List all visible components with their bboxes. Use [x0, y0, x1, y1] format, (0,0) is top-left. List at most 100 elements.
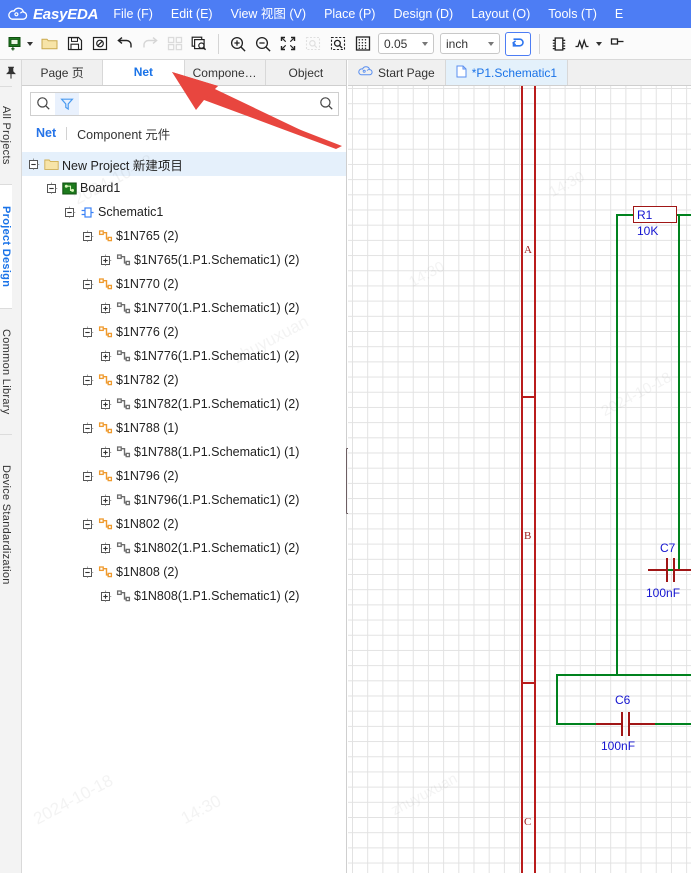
tree-row[interactable]: $1N796(1.P1.Schematic1) (2)	[22, 488, 346, 512]
tree-row[interactable]: $1N796 (2)	[22, 464, 346, 488]
tree-row[interactable]: $1N770 (2)	[22, 272, 346, 296]
collapse-icon[interactable]	[82, 278, 95, 291]
menu-place[interactable]: Place (P)	[315, 0, 384, 28]
collapse-icon[interactable]	[82, 566, 95, 579]
expand-icon[interactable]	[100, 590, 113, 603]
pin-icon[interactable]	[0, 60, 21, 86]
expand-icon[interactable]	[100, 350, 113, 363]
expand-icon[interactable]	[100, 494, 113, 507]
expand-icon[interactable]	[100, 254, 113, 267]
save-button[interactable]	[62, 31, 87, 57]
panel-tab-page[interactable]: Page 页	[22, 60, 104, 85]
tree-row[interactable]: $1N776 (2)	[22, 320, 346, 344]
tree-row[interactable]: $1N782(1.P1.Schematic1) (2)	[22, 392, 346, 416]
rail-item-common-library[interactable]: Common Library	[0, 308, 12, 434]
menu-edit[interactable]: Edit (E)	[162, 0, 222, 28]
expand-icon[interactable]	[100, 542, 113, 555]
wire-green-to-r1[interactable]	[616, 214, 633, 216]
expand-icon[interactable]	[100, 446, 113, 459]
wire-green-vertical-left[interactable]	[616, 214, 618, 674]
collapse-icon[interactable]	[82, 470, 95, 483]
collapse-icon[interactable]	[82, 230, 95, 243]
component-c6-designator[interactable]: C6	[615, 693, 630, 707]
zoom-in-button[interactable]	[225, 31, 250, 57]
collapse-icon[interactable]	[82, 326, 95, 339]
panel-tab-component[interactable]: Compone…	[184, 60, 266, 85]
panel-tab-object[interactable]: Object	[265, 60, 346, 85]
panel-tab-net[interactable]: Net	[103, 60, 185, 85]
component-c7-value[interactable]: 100nF	[646, 586, 680, 600]
zoom-out-button[interactable]	[250, 31, 275, 57]
undo-button[interactable]	[112, 31, 137, 57]
redo-button[interactable]	[137, 31, 162, 57]
zoom-selection-button[interactable]	[325, 31, 350, 57]
component-c6-value[interactable]: 100nF	[601, 739, 635, 753]
wire-red-c7-left[interactable]	[648, 569, 666, 571]
unit-select[interactable]: inch	[440, 33, 500, 54]
wire-green-c6-top[interactable]	[556, 674, 691, 676]
collapse-icon[interactable]	[82, 422, 95, 435]
filter-icon[interactable]	[55, 92, 79, 115]
schematic-canvas[interactable]: A B C R1 10K C7 100nF C6 100nF 14:30 202…	[348, 86, 691, 873]
save-all-button[interactable]	[87, 31, 112, 57]
tree-row[interactable]: $1N765 (2)	[22, 224, 346, 248]
component-c7-plate-1[interactable]	[666, 558, 669, 582]
collapse-icon[interactable]	[64, 206, 77, 219]
fit-screen-button[interactable]	[275, 31, 300, 57]
wire-red-c7-right[interactable]	[675, 569, 691, 571]
component-c7-designator[interactable]: C7	[660, 541, 675, 555]
rail-item-device-standardization[interactable]: Device Standardization	[0, 434, 12, 614]
tree-row[interactable]: Board1	[22, 176, 346, 200]
tree-row[interactable]: $1N802 (2)	[22, 512, 346, 536]
zoom-area-button[interactable]	[300, 31, 325, 57]
search-input[interactable]	[79, 93, 314, 114]
menu-layout[interactable]: Layout (O)	[462, 0, 539, 28]
tree-row[interactable]: $1N808(1.P1.Schematic1) (2)	[22, 584, 346, 608]
component-r1-value[interactable]: 10K	[637, 224, 658, 238]
wire-red-c6-right[interactable]	[630, 723, 656, 725]
search-submit-icon[interactable]	[314, 93, 338, 115]
tree-row[interactable]: $1N770(1.P1.Schematic1) (2)	[22, 296, 346, 320]
tree-row[interactable]: New Project 新建项目	[22, 152, 346, 176]
component-button[interactable]	[546, 31, 571, 57]
new-document-button[interactable]	[3, 31, 37, 57]
snap-size-select[interactable]: 0.05	[378, 33, 434, 54]
wire-green-c6-bottom-left[interactable]	[556, 723, 596, 725]
editor-tab-start-page[interactable]: Start Page	[348, 60, 446, 85]
component-r1-designator[interactable]: R1	[637, 208, 652, 222]
tree-row[interactable]: $1N782 (2)	[22, 368, 346, 392]
menu-design[interactable]: Design (D)	[384, 0, 462, 28]
tree-row[interactable]: Schematic1	[22, 200, 346, 224]
subtab-net[interactable]: Net	[36, 126, 66, 140]
wire-red-c6-left[interactable]	[596, 723, 622, 725]
wire-green-c6-left-vertical[interactable]	[556, 674, 558, 724]
expand-icon[interactable]	[100, 398, 113, 411]
tree-row[interactable]: $1N765(1.P1.Schematic1) (2)	[22, 248, 346, 272]
collapse-icon[interactable]	[82, 374, 95, 387]
collapse-icon[interactable]	[46, 182, 59, 195]
wire-green-c6-bottom-right[interactable]	[655, 723, 691, 725]
tree-row[interactable]: $1N808 (2)	[22, 560, 346, 584]
wire-tool-button[interactable]	[505, 31, 531, 56]
collapse-icon[interactable]	[28, 158, 41, 171]
tree-row[interactable]: $1N802(1.P1.Schematic1) (2)	[22, 536, 346, 560]
expand-icon[interactable]	[100, 302, 113, 315]
rail-item-project-design[interactable]: Project Design	[0, 184, 12, 308]
grid-button[interactable]	[350, 31, 375, 57]
menu-view[interactable]: View 视图 (V)	[222, 0, 315, 28]
tree-row[interactable]: $1N788 (1)	[22, 416, 346, 440]
pin-button[interactable]	[605, 31, 630, 57]
tree-row[interactable]: $1N788(1.P1.Schematic1) (1)	[22, 440, 346, 464]
editor-tab-schematic[interactable]: *P1.Schematic1	[445, 60, 569, 85]
menu-more[interactable]: E	[606, 0, 632, 28]
net-label-button[interactable]	[571, 31, 605, 57]
rail-item-all-projects[interactable]: All Projects	[0, 86, 12, 184]
open-folder-button[interactable]	[37, 31, 62, 57]
collapse-icon[interactable]	[82, 518, 95, 531]
find-document-button[interactable]	[187, 31, 212, 57]
tree-row[interactable]: $1N776(1.P1.Schematic1) (2)	[22, 344, 346, 368]
panels-button[interactable]	[162, 31, 187, 57]
menu-tools[interactable]: Tools (T)	[539, 0, 606, 28]
wire-green-right-vertical[interactable]	[678, 214, 680, 570]
search-icon[interactable]	[31, 93, 55, 115]
